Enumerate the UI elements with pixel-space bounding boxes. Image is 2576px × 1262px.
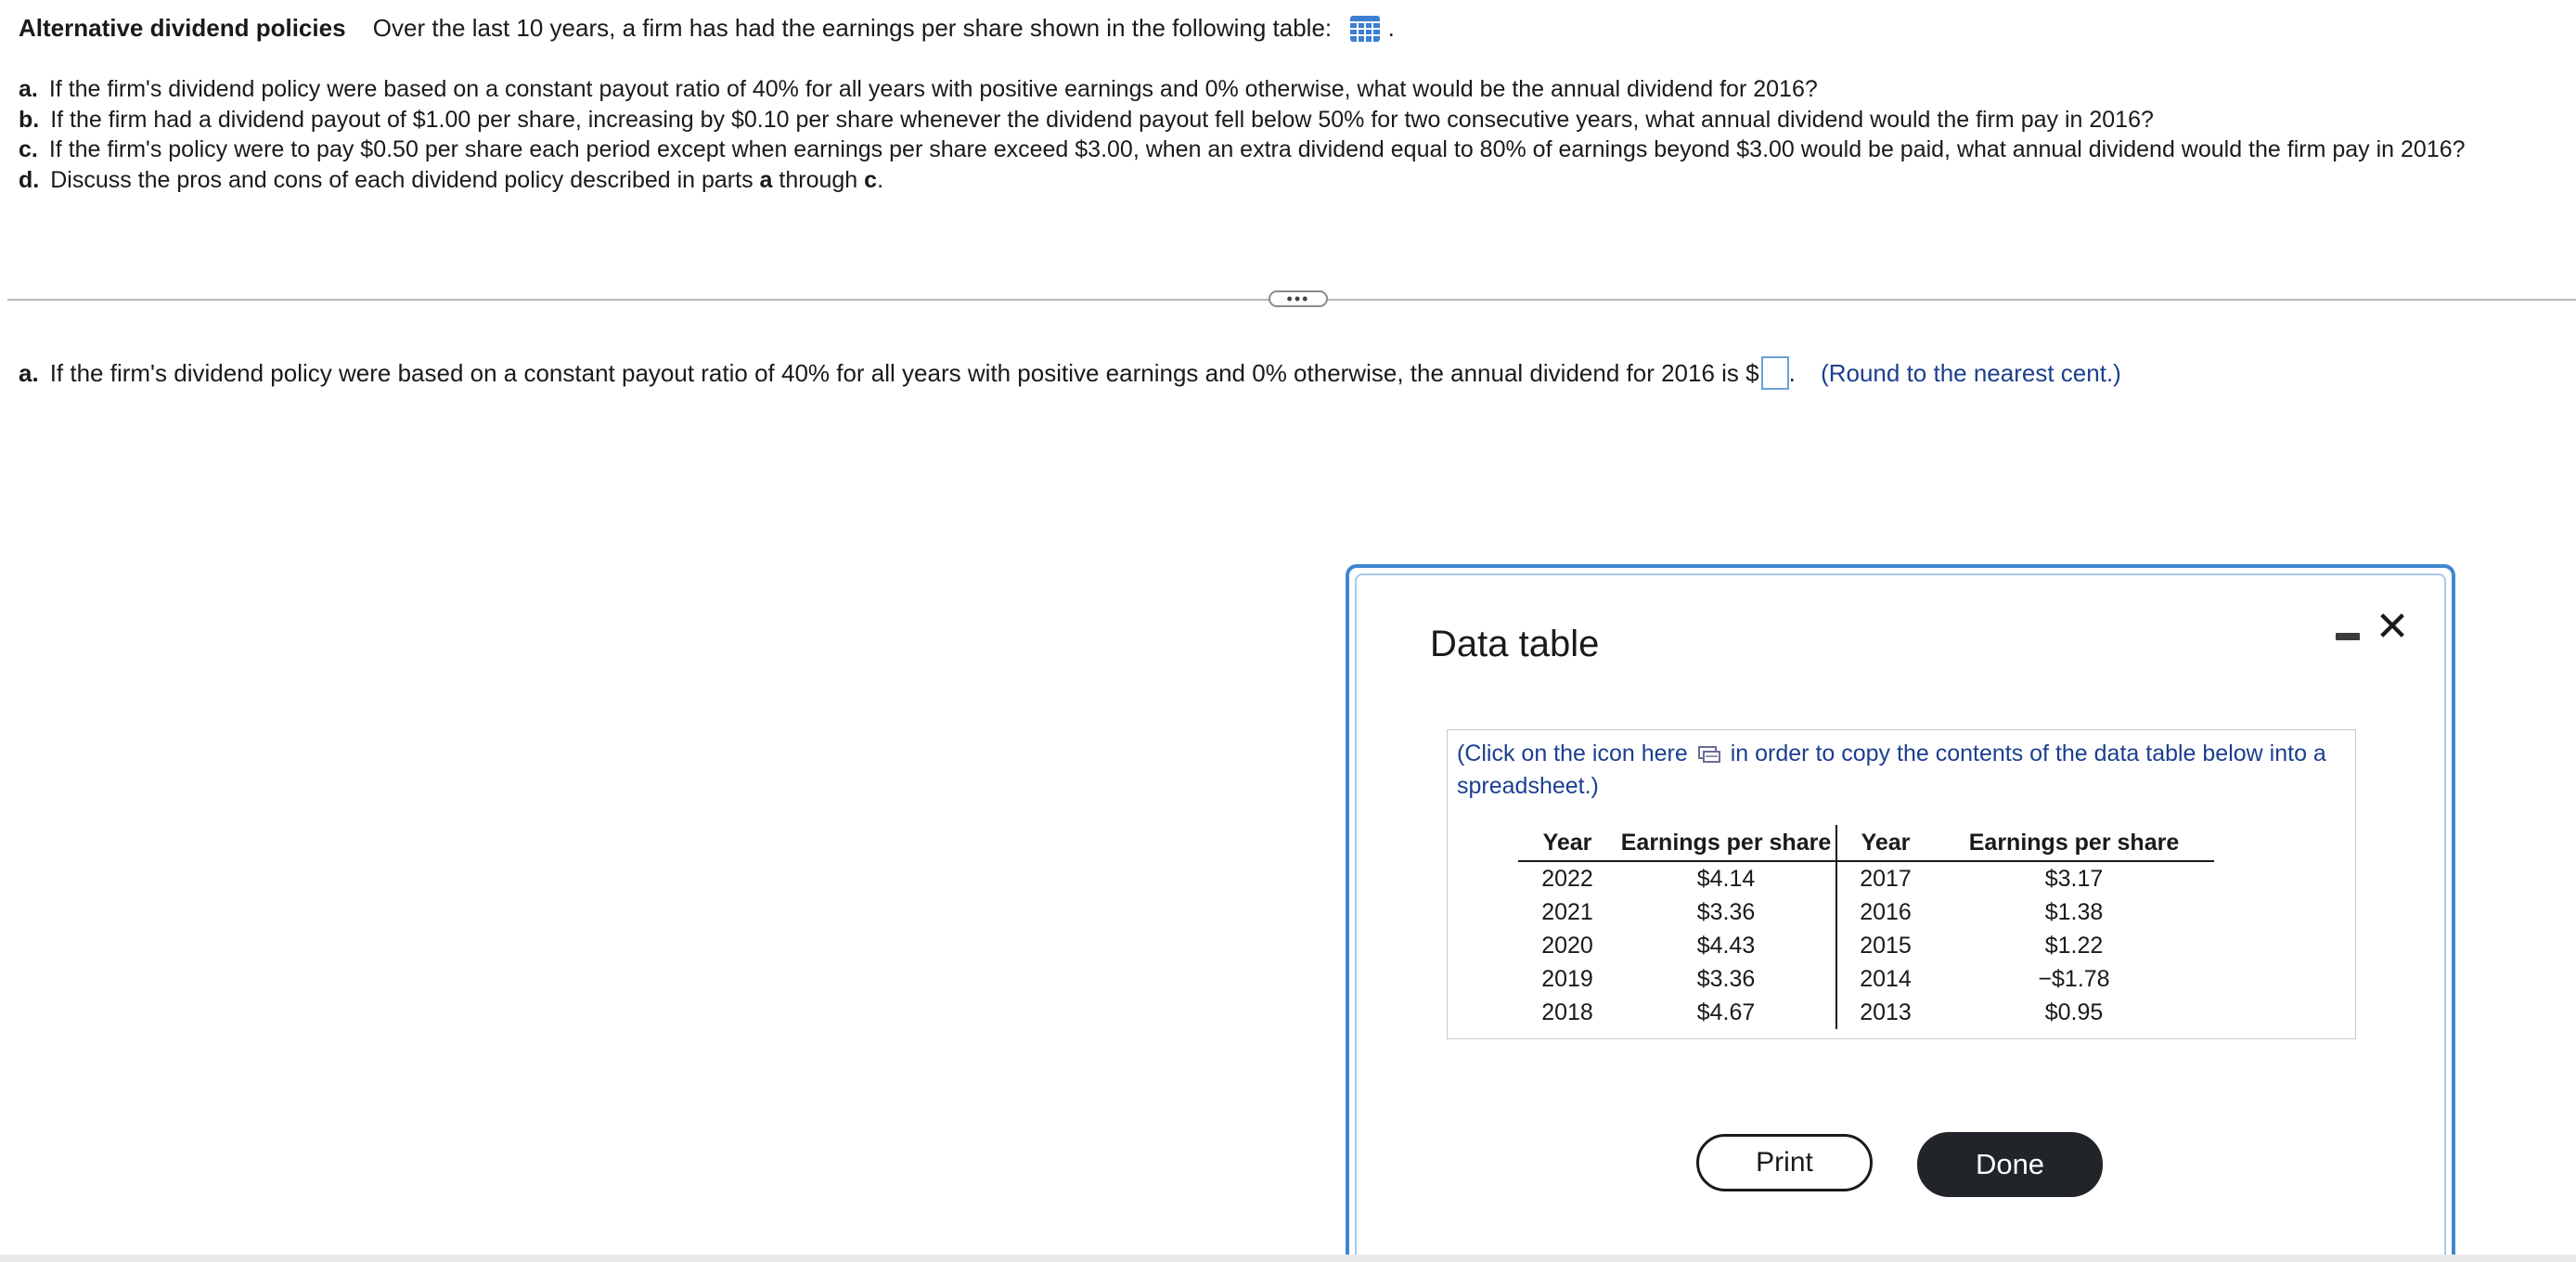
question-c: c. If the firm's policy were to pay $0.50… [19, 135, 2466, 165]
column-header-year: Year [1835, 825, 1934, 862]
dividend-answer-input[interactable] [1760, 356, 1789, 390]
column-header-year: Year [1518, 825, 1616, 862]
question-letter: b. [19, 106, 40, 133]
minimize-icon[interactable] [2333, 624, 2361, 648]
eps-cell: $4.67 [1696, 998, 1756, 1025]
question-text-end: . [877, 166, 884, 193]
eps-cell: $3.17 [2044, 865, 2104, 892]
page: Alternative dividend policies Over the l… [0, 0, 2576, 1262]
close-icon[interactable]: ✕ [2374, 607, 2411, 648]
question-letter: c. [19, 136, 38, 162]
eps-cell: $3.36 [1696, 965, 1756, 992]
table-row: 2022 $4.14 2017 $3.17 [1518, 861, 2214, 895]
column-header-eps: Earnings per share [1616, 825, 1836, 862]
year-cell: 2022 [1541, 865, 1593, 892]
problem-header: Alternative dividend policies Over the l… [19, 11, 1395, 45]
problem-title: Alternative dividend policies [19, 14, 346, 42]
header-trailing: . [1387, 14, 1395, 42]
year-cell: 2019 [1541, 965, 1593, 992]
year-cell: 2018 [1541, 998, 1593, 1025]
print-button[interactable]: Print [1696, 1134, 1873, 1191]
eps-cell: $1.22 [2044, 932, 2104, 959]
eps-cell: $4.43 [1696, 932, 1756, 959]
answer-text: If the firm's dividend policy were based… [49, 359, 1759, 387]
rounding-note: (Round to the nearest cent.) [1821, 359, 2121, 387]
answer-letter: a. [19, 359, 39, 387]
data-table-dialog: Data table ✕ (Click on the icon here in … [1346, 564, 2455, 1262]
table-row: 2019 $3.36 2014 −$1.78 [1518, 962, 2214, 996]
question-b: b. If the firm had a dividend payout of $… [19, 105, 2466, 135]
question-text: If the firm's dividend policy were based… [48, 76, 1818, 102]
answer-period: . [1788, 359, 1796, 387]
expand-button[interactable]: ••• [1269, 290, 1328, 307]
year-cell: 2014 [1835, 962, 1934, 996]
year-cell: 2016 [1835, 895, 1934, 929]
question-bold-part-a: a [759, 166, 773, 193]
eps-cell: −$1.78 [2038, 965, 2110, 992]
table-grid-icon[interactable] [1349, 15, 1381, 43]
table-row: 2021 $3.36 2016 $1.38 [1518, 895, 2214, 929]
year-cell: 2021 [1541, 898, 1593, 925]
table-row: 2020 $4.43 2015 $1.22 [1518, 929, 2214, 962]
year-cell: 2015 [1835, 929, 1934, 962]
eps-cell: $3.36 [1696, 898, 1756, 925]
question-text-mid: through [779, 166, 858, 193]
eps-cell: $1.38 [2044, 898, 2104, 925]
question-bold-part-c: c [864, 166, 878, 193]
done-button[interactable]: Done [1917, 1132, 2103, 1197]
eps-cell: $0.95 [2044, 998, 2104, 1025]
question-text: If the firm's policy were to pay $0.50 p… [48, 136, 2466, 162]
table-row: 2018 $4.67 2013 $0.95 [1518, 996, 2214, 1029]
question-text: If the firm had a dividend payout of $1.… [50, 106, 2154, 133]
problem-intro: Over the last 10 years, a firm has had t… [372, 14, 1333, 42]
year-cell: 2017 [1835, 861, 1934, 895]
year-cell: 2020 [1541, 932, 1593, 959]
question-letter: a. [19, 76, 38, 102]
table-header-row: Year Earnings per share Year Earnings pe… [1518, 825, 2214, 862]
eps-cell: $4.14 [1696, 865, 1756, 892]
question-text: Discuss the pros and cons of each divide… [50, 166, 753, 193]
copy-note-before: (Click on the icon here [1457, 740, 1688, 766]
data-table-box: (Click on the icon here in order to copy… [1447, 729, 2356, 1039]
dialog-title: Data table [1430, 624, 1600, 664]
year-cell: 2013 [1835, 996, 1934, 1029]
question-d: d. Discuss the pros and cons of each divi… [19, 165, 2466, 196]
copy-instruction: (Click on the icon here in order to copy… [1457, 738, 2338, 803]
column-header-eps: Earnings per share [1934, 825, 2214, 862]
answer-a: a. If the firm's dividend policy were bas… [19, 356, 2121, 390]
bottom-edge [0, 1255, 2576, 1262]
question-letter: d. [19, 166, 40, 193]
copy-to-spreadsheet-icon[interactable] [1697, 740, 1721, 763]
question-a: a. If the firm's dividend policy were bas… [19, 74, 2466, 105]
question-list: a. If the firm's dividend policy were bas… [19, 74, 2466, 195]
earnings-table: Year Earnings per share Year Earnings pe… [1518, 825, 2214, 1029]
